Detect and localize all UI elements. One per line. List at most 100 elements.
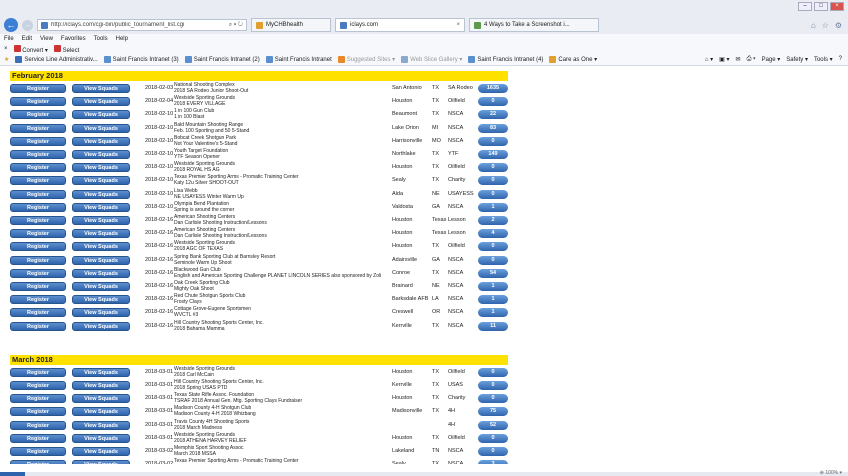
view-squads-button[interactable]: View Squads <box>72 255 130 265</box>
maximize-button[interactable]: □ <box>814 2 828 11</box>
register-button[interactable]: Register <box>10 97 66 107</box>
close-button[interactable]: × <box>830 2 844 11</box>
safety-menu[interactable]: Safety ▾ <box>786 56 808 63</box>
forward-button[interactable]: → <box>22 19 33 31</box>
close-tab-icon[interactable]: × <box>456 22 460 28</box>
favorite-item[interactable]: Suggested Sites ▾ <box>337 56 395 63</box>
entry-count-badge[interactable]: 2 <box>478 216 508 225</box>
convert-button[interactable]: Convert ▾ <box>13 44 48 54</box>
view-squads-button[interactable]: View Squads <box>72 407 130 417</box>
view-squads-button[interactable]: View Squads <box>72 123 130 133</box>
entry-count-badge[interactable]: 3 <box>478 460 508 464</box>
entry-count-badge[interactable]: 1635 <box>478 84 508 93</box>
view-squads-button[interactable]: View Squads <box>72 229 130 239</box>
register-button[interactable]: Register <box>10 176 66 186</box>
register-button[interactable]: Register <box>10 216 66 225</box>
register-button[interactable]: Register <box>10 295 66 305</box>
entry-count-badge[interactable]: 1 <box>478 282 508 291</box>
entry-count-badge[interactable]: 11 <box>478 321 508 331</box>
page-menu[interactable]: Page ▾ <box>762 56 781 63</box>
entry-count-badge[interactable]: 83 <box>478 123 508 133</box>
help-icon[interactable]: ? <box>839 56 842 63</box>
favorite-item[interactable]: Saint Francis Intranet (4) <box>468 56 543 63</box>
view-squads-button[interactable]: View Squads <box>72 308 130 318</box>
entry-count-badge[interactable]: 0 <box>478 255 508 265</box>
register-button[interactable]: Register <box>10 321 66 331</box>
register-button[interactable]: Register <box>10 433 66 443</box>
view-squads-button[interactable]: View Squads <box>72 97 130 107</box>
view-squads-button[interactable]: View Squads <box>72 268 130 278</box>
view-squads-button[interactable]: View Squads <box>72 216 130 225</box>
entry-count-badge[interactable]: 0 <box>478 381 508 390</box>
entry-count-badge[interactable]: 0 <box>478 367 508 377</box>
home-command-icon[interactable]: ⌂ ▾ <box>705 56 713 63</box>
entry-count-badge[interactable]: 0 <box>478 433 508 443</box>
view-squads-button[interactable]: View Squads <box>72 189 130 199</box>
close-toolbar-icon[interactable]: × <box>4 46 8 52</box>
register-button[interactable]: Register <box>10 407 66 417</box>
tab-iclays[interactable]: iclays.com × <box>335 18 465 32</box>
register-button[interactable]: Register <box>10 163 66 173</box>
entry-count-badge[interactable]: 0 <box>478 97 508 107</box>
entry-count-badge[interactable]: 4 <box>478 229 508 239</box>
favorite-item[interactable]: Web Slice Gallery ▾ <box>401 56 462 63</box>
address-bar[interactable]: http://iclays.com/cgi-bin/public_tournam… <box>37 19 247 31</box>
view-squads-button[interactable]: View Squads <box>72 282 130 291</box>
register-button[interactable]: Register <box>10 255 66 265</box>
menu-tools[interactable]: Tools <box>94 36 108 42</box>
back-button[interactable]: ← <box>4 18 18 32</box>
entry-count-badge[interactable]: 0 <box>478 136 508 146</box>
register-button[interactable]: Register <box>10 381 66 390</box>
register-button[interactable]: Register <box>10 229 66 239</box>
view-squads-button[interactable]: View Squads <box>72 295 130 305</box>
zoom-level[interactable]: ⊕ 100% ▾ <box>820 470 842 476</box>
register-button[interactable]: Register <box>10 420 66 430</box>
entry-count-badge[interactable]: 0 <box>478 242 508 252</box>
select-button[interactable]: Select <box>53 44 79 54</box>
home-icon[interactable]: ⌂ <box>811 21 816 30</box>
view-squads-button[interactable]: View Squads <box>72 110 130 120</box>
tab-screenshot[interactable]: 4 Ways to Take a Screenshot i... <box>469 18 599 32</box>
register-button[interactable]: Register <box>10 123 66 133</box>
view-squads-button[interactable]: View Squads <box>72 433 130 443</box>
favorite-item[interactable]: Saint Francis Intranet (2) <box>184 56 260 63</box>
view-squads-button[interactable]: View Squads <box>72 176 130 186</box>
register-button[interactable]: Register <box>10 242 66 252</box>
register-button[interactable]: Register <box>10 84 66 93</box>
mail-icon[interactable]: ✉ <box>736 56 741 63</box>
register-button[interactable]: Register <box>10 447 66 456</box>
register-button[interactable]: Register <box>10 110 66 120</box>
register-button[interactable]: Register <box>10 189 66 199</box>
register-button[interactable]: Register <box>10 202 66 212</box>
register-button[interactable]: Register <box>10 282 66 291</box>
entry-count-badge[interactable]: 0 <box>478 394 508 404</box>
gear-icon[interactable]: ⚙ <box>835 21 842 30</box>
register-button[interactable]: Register <box>10 150 66 159</box>
register-button[interactable]: Register <box>10 367 66 377</box>
favorite-item[interactable]: Service Line Administrativ... <box>15 56 98 63</box>
view-squads-button[interactable]: View Squads <box>72 136 130 146</box>
view-squads-button[interactable]: View Squads <box>72 381 130 390</box>
favorite-item[interactable]: Saint Francis Intranet <box>265 56 332 63</box>
register-button[interactable]: Register <box>10 136 66 146</box>
entry-count-badge[interactable]: 54 <box>478 268 508 278</box>
view-squads-button[interactable]: View Squads <box>72 242 130 252</box>
minimize-button[interactable]: – <box>798 2 812 11</box>
entry-count-badge[interactable]: 1 <box>478 308 508 318</box>
favorite-item[interactable]: Saint Francis Intranet (3) <box>103 56 179 63</box>
tab-mychbhealth[interactable]: MyCHBhealth <box>251 18 331 32</box>
view-squads-button[interactable]: View Squads <box>72 163 130 173</box>
register-button[interactable]: Register <box>10 460 66 464</box>
feeds-icon[interactable]: ▣ ▾ <box>719 56 729 63</box>
view-squads-button[interactable]: View Squads <box>72 460 130 464</box>
view-squads-button[interactable]: View Squads <box>72 367 130 377</box>
entry-count-badge[interactable]: 0 <box>478 176 508 186</box>
menu-file[interactable]: File <box>4 36 14 42</box>
print-icon[interactable]: ⎙ ▾ <box>747 56 756 63</box>
register-button[interactable]: Register <box>10 394 66 404</box>
menu-help[interactable]: Help <box>116 36 128 42</box>
menu-favorites[interactable]: Favorites <box>61 36 86 42</box>
tools-menu[interactable]: Tools ▾ <box>814 56 833 63</box>
view-squads-button[interactable]: View Squads <box>72 447 130 456</box>
menu-view[interactable]: View <box>40 36 53 42</box>
